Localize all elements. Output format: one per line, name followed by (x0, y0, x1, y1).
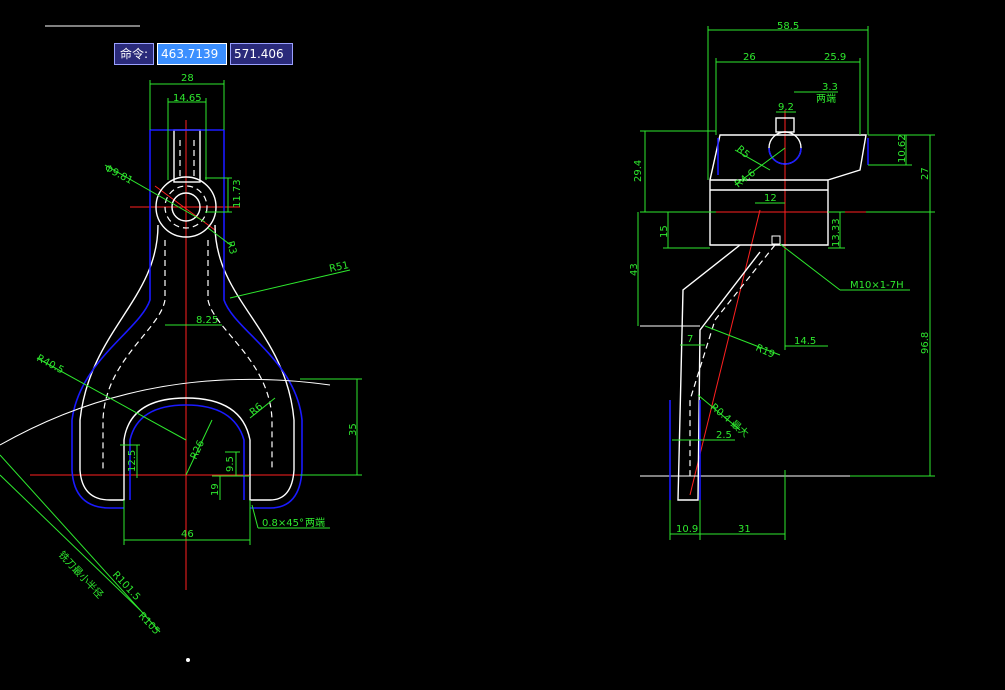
dim-label: 7 (687, 334, 693, 345)
dim-note: 铣刀最小半径 (56, 548, 106, 601)
dim-h968[interactable]: 96.8 (850, 211, 935, 477)
dim-h95[interactable]: 9.5 (225, 451, 240, 476)
dim-label: 10.9 (676, 524, 698, 535)
dim-h43[interactable]: 43 (629, 212, 640, 326)
dim-label: 19 (210, 483, 221, 496)
head-top-band (710, 179, 828, 191)
dim-label: 8.25 (196, 315, 218, 326)
dim-label: 13.33 (831, 218, 842, 247)
dim-w7[interactable]: 7 (680, 334, 705, 346)
dim-label: 46 (181, 529, 194, 540)
dim-w825[interactable]: 8.25 (165, 315, 222, 326)
dim-h27[interactable]: 27 (912, 134, 935, 212)
dim-h1333[interactable]: 13.33 (828, 211, 845, 249)
dim-cutter-radii[interactable]: 铣刀最小半径 R101.5 R105 (0, 454, 162, 638)
dim-label: R19 (754, 343, 776, 361)
dim-w92[interactable]: 9.2 (776, 102, 796, 113)
dim-label: R26 (189, 439, 207, 461)
dim-label: R3 (224, 240, 238, 256)
y-coordinate-input[interactable]: 571.406 (230, 43, 294, 65)
dim-r3[interactable]: R3 (207, 227, 238, 256)
dim-label: R40.5 (35, 353, 66, 376)
dim-label: 35 (348, 423, 359, 436)
dim-label: Φ9.81 (103, 163, 135, 187)
dim-h1062[interactable]: 10.62 (868, 134, 912, 166)
dim-label: 29.4 (633, 160, 644, 182)
dim-r19[interactable]: R19 (704, 325, 781, 361)
dim-label: 14.65 (173, 93, 202, 104)
dim-r51[interactable]: R51 (229, 260, 351, 299)
dim-label: 9.5 (225, 456, 236, 472)
dim-label: 27 (920, 167, 931, 180)
dim-label: 43 (629, 263, 640, 276)
thread-hole-marker (771, 235, 781, 245)
dim-label: 26 (743, 52, 756, 63)
fork-body-blue-offset (71, 129, 303, 509)
dim-label: 2.5 (716, 430, 732, 441)
dim-label: 12 (764, 193, 777, 204)
dim-h294[interactable]: 29.4 (633, 130, 716, 213)
fork-body-outline (79, 224, 295, 501)
dim-r26[interactable]: R26 (185, 419, 213, 476)
dim-label: 15 (659, 225, 670, 238)
cad-drawing-canvas[interactable]: 28 14.65 Φ9.81 11.73 R3 R51 8.25 R40.5 R… (0, 0, 1005, 690)
dim-label: 14.5 (794, 336, 816, 347)
dim-h15[interactable]: 15 (659, 211, 710, 249)
dim-w31[interactable]: 31 (700, 470, 786, 540)
left-view[interactable]: 28 14.65 Φ9.81 11.73 R3 R51 8.25 R40.5 R… (0, 73, 362, 662)
dim-label: 0.8×45° (262, 518, 304, 529)
dim-h35[interactable]: 35 (300, 378, 362, 476)
x-coordinate-input[interactable]: 463.7139 (157, 43, 228, 65)
dim-label: 31 (738, 524, 751, 535)
dim-label: M10×1-7H (850, 280, 904, 291)
right-view[interactable]: 58.5 26 25.9 3.3 两端 9.2 R5 R4.6 10.62 27… (629, 21, 935, 540)
dim-label: 28 (181, 73, 194, 84)
dim-w109[interactable]: 10.9 (669, 500, 701, 540)
dim-label: 58.5 (777, 21, 799, 32)
top-tab-outline (173, 129, 201, 183)
dim-w145[interactable]: 14.5 (784, 250, 828, 350)
dim-label: 3.3 (822, 82, 838, 93)
dim-thread[interactable]: M10×1-7H (779, 243, 910, 291)
dim-label: 25.9 (824, 52, 846, 63)
dim-label: R51 (328, 260, 350, 275)
fork-hidden-right (207, 240, 273, 470)
command-coordinate-bar[interactable]: 命令: 463.7139 571.406 (114, 43, 294, 65)
dim-w12[interactable]: 12 (755, 193, 785, 204)
dim-label: 12.5 (127, 450, 138, 472)
command-label: 命令: (114, 43, 155, 65)
dim-label: R105 (136, 611, 162, 638)
dim-note: 两端 (816, 92, 836, 105)
dim-label: R6 (248, 401, 265, 418)
cutter-arc (0, 378, 331, 446)
dim-w46[interactable]: 46 (123, 500, 251, 545)
dim-r405[interactable]: R40.5 (35, 353, 187, 441)
dim-w585[interactable]: 58.5 (707, 21, 869, 180)
dim-label: 11.73 (232, 179, 243, 208)
dim-note: 两端 (305, 516, 325, 529)
ucs-marker (186, 658, 190, 662)
dim-label: 96.8 (920, 332, 931, 354)
dim-label: 9.2 (778, 102, 794, 113)
dim-w33[interactable]: 3.3 两端 (794, 82, 838, 105)
fork-hidden-left (102, 240, 166, 470)
dim-r5[interactable]: R5 (734, 144, 771, 171)
arm-blue (669, 400, 701, 500)
dim-label: R101.5 (110, 570, 142, 604)
dim-r6[interactable]: R6 (248, 397, 276, 419)
dim-phi981[interactable]: Φ9.81 (103, 163, 206, 223)
dim-label: 10.62 (897, 134, 908, 163)
